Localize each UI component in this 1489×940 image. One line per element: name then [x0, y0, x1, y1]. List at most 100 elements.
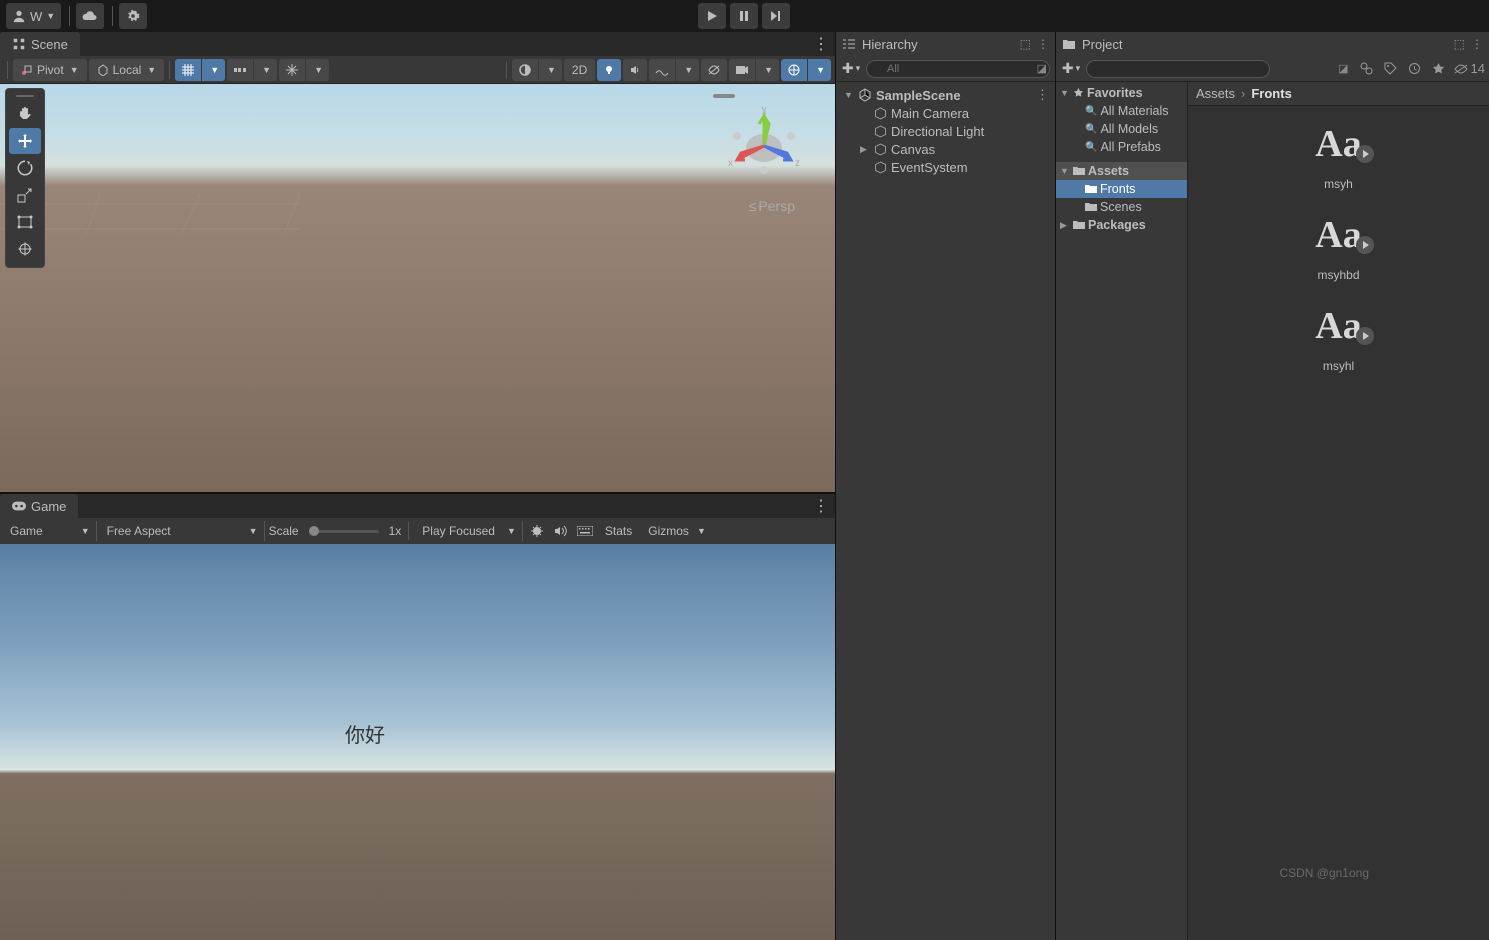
project-search-input[interactable] — [1086, 60, 1270, 78]
hidden-toggle[interactable]: 14 — [1453, 59, 1485, 79]
game-toolbar: Game▼ Free Aspect▼ Scale 1x Play Focused… — [0, 518, 835, 544]
grid-visibility-dropdown[interactable]: ▼ — [306, 59, 329, 81]
local-dropdown[interactable]: Local▼ — [89, 59, 165, 81]
play-controls — [698, 3, 792, 29]
lock-icon[interactable]: ⬚ — [1454, 37, 1465, 51]
pivot-dropdown[interactable]: Pivot▼ — [13, 59, 87, 81]
hierarchy-item[interactable]: ▶Canvas — [836, 140, 1055, 158]
search-filter-icon[interactable]: ◪ — [1338, 62, 1348, 75]
folder-item[interactable]: Scenes — [1056, 198, 1187, 216]
scale-tool[interactable] — [9, 182, 41, 208]
snap-increment-dropdown[interactable]: ▼ — [254, 59, 277, 81]
top-toolbar: W ▼ — [0, 0, 1489, 32]
rect-tool[interactable] — [9, 209, 41, 235]
camera-dropdown[interactable]: ▼ — [756, 59, 779, 81]
display-dropdown[interactable]: Game▼ — [4, 521, 97, 541]
scene-root[interactable]: ▼ SampleScene ⋮ — [836, 86, 1055, 104]
projection-label[interactable]: ≤Persp — [749, 198, 795, 214]
orientation-gizmo[interactable]: y x z — [719, 98, 809, 188]
breadcrumb-root[interactable]: Assets — [1196, 86, 1235, 101]
watermark: CSDN @gn1ong — [1279, 866, 1369, 880]
shading-mode[interactable] — [512, 59, 538, 81]
pause-button[interactable] — [730, 3, 758, 29]
lock-icon[interactable]: ⬚ — [1020, 37, 1031, 51]
account-menu[interactable]: W ▼ — [6, 3, 61, 29]
mute-icon[interactable] — [551, 521, 571, 541]
hierarchy-item[interactable]: Directional Light — [836, 122, 1055, 140]
panel-menu[interactable]: ⋮ — [1037, 37, 1049, 51]
favorites-header[interactable]: ▼Favorites — [1056, 84, 1187, 102]
hand-tool[interactable] — [9, 101, 41, 127]
hierarchy-tree: ▼ SampleScene ⋮ Main Camera Directional … — [836, 82, 1055, 940]
packages-folder[interactable]: ▶Packages — [1056, 216, 1187, 234]
gizmos-toggle[interactable] — [781, 59, 807, 81]
scene-menu[interactable]: ⋮ — [1036, 87, 1049, 103]
keyboard-icon[interactable] — [575, 521, 595, 541]
folder-item[interactable]: Fronts — [1056, 180, 1187, 198]
transform-tool[interactable] — [9, 236, 41, 262]
game-panel-menu[interactable]: ⋮ — [813, 496, 829, 516]
step-button[interactable] — [762, 3, 790, 29]
svg-text:y: y — [762, 104, 767, 115]
folder-icon — [1062, 38, 1076, 50]
debug-icon[interactable] — [527, 521, 547, 541]
settings-button[interactable] — [119, 3, 147, 29]
visibility-toggle[interactable] — [701, 59, 727, 81]
2d-toggle[interactable]: 2D — [564, 59, 595, 81]
create-dropdown[interactable]: ✚▾ — [840, 59, 862, 79]
favorite-icon[interactable] — [1429, 59, 1449, 79]
scene-panel: Scene ⋮ Pivot▼ Local▼ ▼ — [0, 32, 836, 492]
play-focused-dropdown[interactable]: Play Focused▼ — [416, 521, 523, 541]
scene-panel-menu[interactable]: ⋮ — [813, 34, 829, 54]
favorite-item[interactable]: 🔍All Materials — [1056, 102, 1187, 120]
shading-mode-dropdown[interactable]: ▼ — [539, 59, 562, 81]
font-asset[interactable]: Aa msyhbd — [1294, 207, 1384, 282]
game-view[interactable]: 你好 — [0, 544, 835, 940]
star-icon — [1073, 88, 1084, 99]
account-label: W — [30, 9, 42, 24]
filter-type-icon[interactable] — [1357, 59, 1377, 79]
scene-view[interactable]: y x z ≤Persp — [0, 84, 835, 492]
cube-icon — [874, 143, 887, 156]
rotate-tool[interactable] — [9, 155, 41, 181]
assets-grid: Aa msyh Aa msyhbd Aa msyhl — [1188, 106, 1489, 940]
folder-icon — [1073, 220, 1085, 230]
grid-snap-toggle[interactable] — [175, 59, 201, 81]
font-asset[interactable]: Aa msyhl — [1294, 298, 1384, 373]
filter-save-icon[interactable] — [1405, 59, 1425, 79]
scene-tab[interactable]: Scene — [0, 32, 80, 56]
cube-icon — [874, 125, 887, 138]
svg-text:z: z — [795, 158, 800, 169]
search-filter-icon[interactable]: ◪ — [1037, 62, 1047, 75]
gizmos-dropdown[interactable]: Gizmos▼ — [642, 521, 712, 541]
hierarchy-item[interactable]: EventSystem — [836, 158, 1055, 176]
audio-toggle[interactable] — [623, 59, 647, 81]
cloud-button[interactable] — [76, 3, 104, 29]
favorite-item[interactable]: 🔍All Prefabs — [1056, 138, 1187, 156]
lighting-toggle[interactable] — [597, 59, 621, 81]
play-button[interactable] — [698, 3, 726, 29]
scale-slider[interactable] — [309, 530, 379, 533]
grid-visibility[interactable] — [279, 59, 305, 81]
camera-settings[interactable] — [729, 59, 755, 81]
assets-folder[interactable]: ▼Assets — [1056, 162, 1187, 180]
scene-toolbar: Pivot▼ Local▼ ▼ ▼ ▼ — [0, 56, 835, 84]
project-tree: ▼Favorites 🔍All Materials 🔍All Models 🔍A… — [1056, 82, 1188, 940]
snap-increment[interactable] — [227, 59, 253, 81]
create-asset-dropdown[interactable]: ✚▾ — [1060, 59, 1082, 79]
aspect-dropdown[interactable]: Free Aspect▼ — [101, 521, 265, 541]
move-tool[interactable] — [9, 128, 41, 154]
game-tab[interactable]: Game — [0, 494, 78, 518]
favorite-item[interactable]: 🔍All Models — [1056, 120, 1187, 138]
stats-button[interactable]: Stats — [599, 524, 638, 538]
hierarchy-item[interactable]: Main Camera — [836, 104, 1055, 122]
panel-menu[interactable]: ⋮ — [1471, 37, 1483, 51]
hierarchy-search-input[interactable] — [866, 60, 1050, 78]
fx-toggle[interactable] — [649, 59, 675, 81]
font-asset[interactable]: Aa msyh — [1294, 116, 1384, 191]
filter-label-icon[interactable] — [1381, 59, 1401, 79]
grid-snap-dropdown[interactable]: ▼ — [202, 59, 225, 81]
fx-dropdown[interactable]: ▼ — [676, 59, 699, 81]
play-overlay-icon — [1356, 327, 1374, 345]
gizmos-dropdown[interactable]: ▼ — [808, 59, 831, 81]
